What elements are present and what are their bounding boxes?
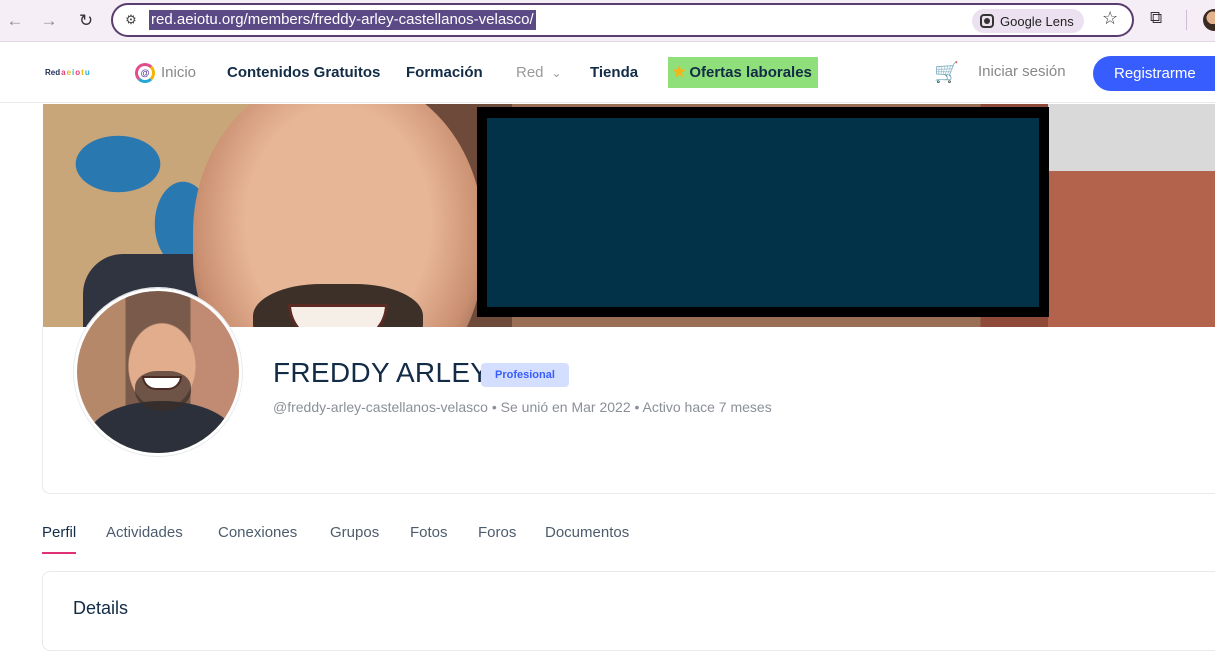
browser-profile-avatar[interactable] — [1203, 9, 1215, 31]
active-tab-indicator — [42, 552, 76, 554]
menu-item-formacion[interactable]: Formación — [406, 61, 483, 85]
reload-icon[interactable]: ↻ — [74, 9, 98, 33]
extensions-icon[interactable]: ⧉ — [1150, 8, 1162, 28]
details-card: Details — [42, 571, 1215, 651]
chevron-down-icon: ⌄ — [551, 66, 562, 80]
menu-item-red[interactable]: Red ⌄ — [516, 61, 562, 85]
avatar[interactable] — [74, 288, 242, 456]
address-bar[interactable]: ⚙ red.aeiotu.org/members/freddy-arley-ca… — [111, 3, 1134, 37]
lens-icon — [980, 14, 994, 28]
menu-item-tienda[interactable]: Tienda — [590, 61, 638, 85]
bookmark-star-icon[interactable]: ☆ — [1102, 8, 1118, 29]
signup-button[interactable]: Registrarme — [1093, 56, 1215, 91]
menu-item-ofertas[interactable]: ★ Ofertas laborales — [668, 57, 818, 88]
menu-item-contenidos[interactable]: Contenidos Gratuitos — [227, 61, 380, 85]
cart-icon[interactable]: 🛒 — [934, 60, 959, 85]
site-info-icon[interactable]: ⚙ — [121, 10, 141, 30]
google-lens-button[interactable]: Google Lens — [972, 9, 1084, 33]
back-arrow-icon[interactable]: ← — [3, 9, 27, 33]
browser-toolbar: ← → ↻ ⚙ red.aeiotu.org/members/freddy-ar… — [0, 0, 1215, 42]
tab-fotos[interactable]: Fotos — [410, 523, 448, 543]
tab-documentos[interactable]: Documentos — [545, 523, 629, 543]
site-logo[interactable]: Red a e i o t u — [45, 68, 90, 77]
google-lens-label: Google Lens — [1000, 13, 1074, 29]
menu-item-inicio[interactable]: @ Inicio — [135, 61, 196, 85]
tab-perfil[interactable]: Perfil — [42, 523, 76, 543]
toolbar-divider — [1186, 10, 1187, 30]
profile-name: FREDDY ARLEY — [273, 357, 490, 388]
forward-arrow-icon[interactable]: → — [37, 9, 61, 33]
profile-meta: @freddy-arley-castellanos-velasco • Se u… — [273, 399, 772, 415]
tab-conexiones[interactable]: Conexiones — [218, 523, 297, 543]
tab-foros[interactable]: Foros — [478, 523, 516, 543]
at-sign-icon: @ — [135, 63, 155, 83]
member-type-badge: Profesional — [481, 363, 569, 387]
star-icon: ★ — [672, 64, 687, 81]
tab-grupos[interactable]: Grupos — [330, 523, 379, 543]
url-text[interactable]: red.aeiotu.org/members/freddy-arley-cast… — [149, 10, 536, 30]
details-title: Details — [73, 598, 129, 618]
site-header: Red a e i o t u @ Inicio Contenidos Grat… — [0, 43, 1215, 103]
redaction-box — [477, 107, 1049, 317]
tab-actividades[interactable]: Actividades — [106, 523, 183, 543]
login-link[interactable]: Iniciar sesión — [978, 63, 1066, 80]
